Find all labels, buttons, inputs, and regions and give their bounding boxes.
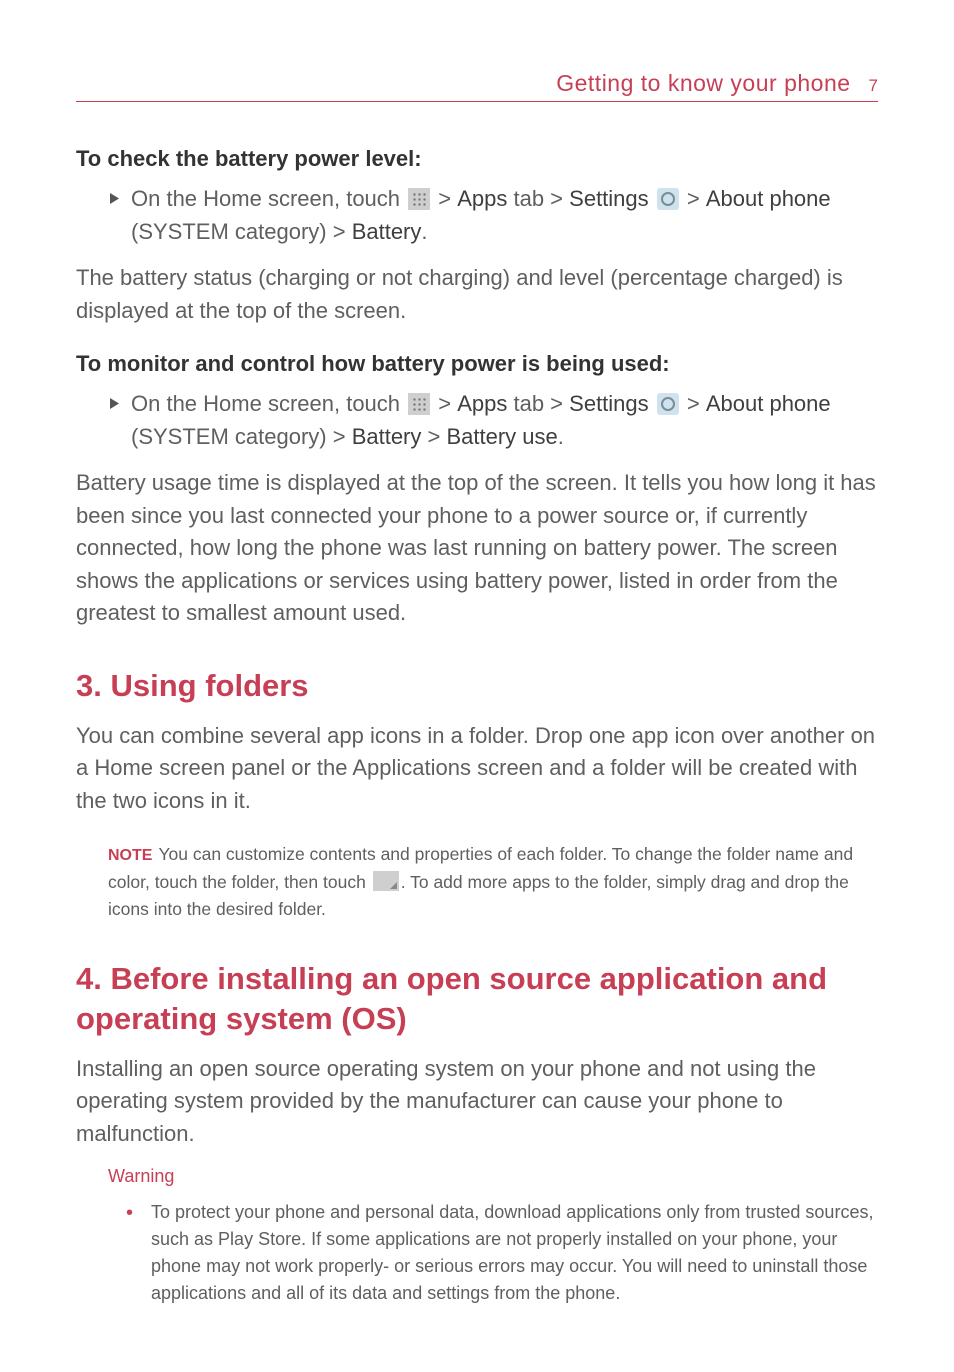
bullet-text: On the Home screen, touch > Apps tab > S…	[131, 182, 878, 248]
text: (SYSTEM category) >	[131, 219, 352, 244]
page-number: 7	[869, 76, 878, 96]
text: Battery use	[446, 424, 557, 449]
triangle-bullet-icon	[110, 193, 119, 204]
paragraph: You can combine several app icons in a f…	[76, 720, 878, 818]
note-label: NOTE	[108, 847, 152, 864]
text: >	[421, 424, 446, 449]
text: Settings	[569, 391, 649, 416]
bullet-text: On the Home screen, touch > Apps tab > S…	[131, 387, 878, 453]
text: On the Home screen, touch	[131, 186, 406, 211]
paragraph: The battery status (charging or not char…	[76, 262, 878, 327]
text: Battery	[352, 219, 422, 244]
settings-gear-icon	[657, 188, 679, 210]
text: .	[421, 219, 427, 244]
bullet-monitor-battery: On the Home screen, touch > Apps tab > S…	[76, 387, 878, 453]
bullet-check-battery: On the Home screen, touch > Apps tab > S…	[76, 182, 878, 248]
text: tab >	[507, 391, 569, 416]
triangle-bullet-icon	[110, 398, 119, 409]
note-block: NOTEYou can customize contents and prope…	[76, 841, 878, 923]
text: .	[558, 424, 564, 449]
text: tab >	[507, 186, 569, 211]
section-title: Getting to know your phone	[556, 70, 850, 97]
text: Battery	[352, 424, 422, 449]
text	[649, 186, 655, 211]
text: About phone	[706, 391, 831, 416]
text: (SYSTEM category) >	[131, 424, 352, 449]
heading-open-source: 4. Before installing an open source appl…	[76, 959, 878, 1038]
apps-grid-icon	[408, 188, 430, 210]
text: Apps	[457, 391, 507, 416]
apps-grid-icon	[408, 393, 430, 415]
text: About phone	[706, 186, 831, 211]
paragraph: Battery usage time is displayed at the t…	[76, 467, 878, 630]
text	[649, 391, 655, 416]
heading-monitor-battery: To monitor and control how battery power…	[76, 351, 878, 377]
text: >	[681, 391, 706, 416]
text: Apps	[457, 186, 507, 211]
heading-check-battery: To check the battery power level:	[76, 146, 878, 172]
text: >	[681, 186, 706, 211]
warning-bullet: • To protect your phone and personal dat…	[76, 1199, 878, 1307]
text: Settings	[569, 186, 649, 211]
text: >	[432, 186, 457, 211]
dot-bullet-icon: •	[126, 1199, 133, 1307]
warning-label: Warning	[76, 1166, 878, 1187]
page-header: Getting to know your phone 7	[76, 70, 878, 102]
page-content: Getting to know your phone 7 To check th…	[0, 0, 954, 1367]
paragraph: Installing an open source operating syst…	[76, 1053, 878, 1151]
text: On the Home screen, touch	[131, 391, 406, 416]
text: >	[432, 391, 457, 416]
settings-gear-icon	[657, 393, 679, 415]
edit-pencil-icon	[373, 871, 399, 891]
warning-text: To protect your phone and personal data,…	[151, 1199, 878, 1307]
heading-using-folders: 3. Using folders	[76, 666, 878, 706]
